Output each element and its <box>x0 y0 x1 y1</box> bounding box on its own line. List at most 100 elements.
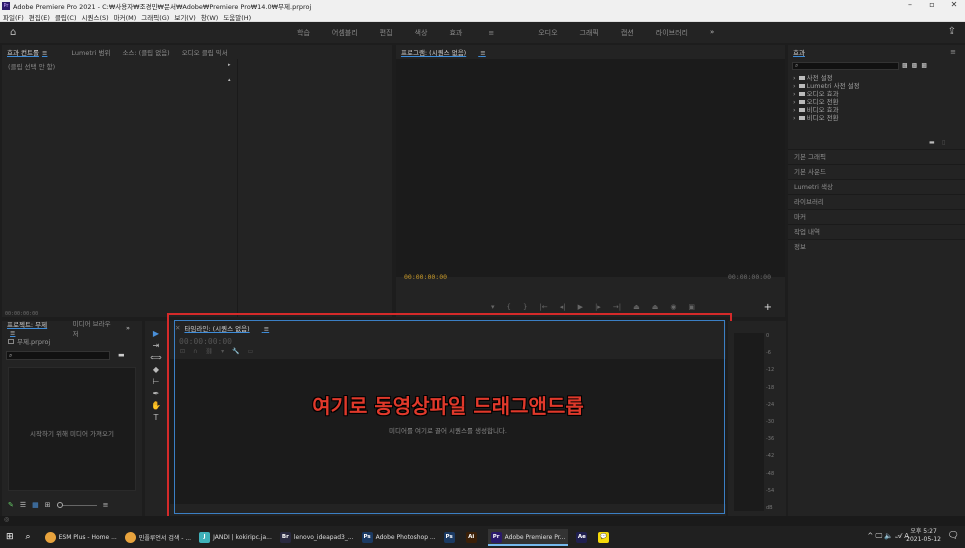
share-icon[interactable]: ⇪ <box>948 26 956 37</box>
notification-icon[interactable]: 🗨 <box>948 531 959 541</box>
add-button-icon[interactable]: + <box>764 302 772 313</box>
chevron-right-icon[interactable]: › <box>793 74 796 82</box>
close-tab-icon[interactable]: ✕ <box>175 324 180 332</box>
effects-tree-item[interactable]: › 비디오 효과 <box>788 106 965 114</box>
search-icon[interactable]: ⌕ <box>26 532 31 542</box>
panel-section-6[interactable]: 정보 <box>788 239 965 254</box>
menu-item-6[interactable]: 보기(V) <box>174 12 195 22</box>
workspace-tab-3[interactable]: 색상 <box>415 28 428 38</box>
taskbar-item-4[interactable]: Ps Adobe Photoshop ... <box>361 531 436 543</box>
panel-menu-icon[interactable]: ≡ <box>42 49 47 57</box>
camera-icon[interactable]: ◉ <box>670 303 676 311</box>
nest-icon[interactable]: ⊡ <box>180 348 185 355</box>
effect-controls-tab-2[interactable]: 소스: (클립 없음) <box>122 47 169 57</box>
step-forward-icon[interactable]: |▸ <box>595 303 601 311</box>
wrench-icon[interactable]: 🔧 <box>232 348 239 355</box>
sort-icon[interactable]: ≡ <box>103 501 109 509</box>
panel-section-3[interactable]: 라이브러리 <box>788 194 965 209</box>
caret-right-icon[interactable]: ▸ <box>228 62 231 68</box>
clock[interactable]: 오후 5:27 2021-05-12 <box>906 528 941 544</box>
workspace-tab-2[interactable]: 편집 <box>380 28 393 38</box>
taskbar-item-7[interactable]: Pr Adobe Premiere Pr... <box>487 528 569 546</box>
panel-menu-icon[interactable]: ≡ <box>10 329 15 337</box>
effects-search-input[interactable]: ⌕ <box>792 62 899 70</box>
more-workspaces-icon[interactable]: » <box>710 28 714 38</box>
taskbar-item-3[interactable]: Br lenovo_ideapad3_... <box>279 531 354 543</box>
effects-tree-item[interactable]: › 비디오 전환 <box>788 114 965 122</box>
slip-tool-icon[interactable]: ⊢ <box>153 377 160 386</box>
selection-tool-icon[interactable]: ▶ <box>153 329 159 338</box>
taskbar-item-0[interactable]: ESM Plus - Home ... <box>44 531 117 543</box>
effects-tree-item[interactable]: › Lumetri 사전 설정 <box>788 82 965 90</box>
workspace-tab-5[interactable]: 오디오 <box>538 28 557 38</box>
panel-section-4[interactable]: 마커 <box>788 209 965 224</box>
comparison-icon[interactable]: ▣ <box>688 303 695 311</box>
workspace-menu-icon[interactable]: ≡ <box>488 29 494 37</box>
new-bin-icon[interactable]: ▬ <box>929 139 935 146</box>
menu-item-1[interactable]: 편집(E) <box>29 12 50 22</box>
hand-tool-icon[interactable]: ✋ <box>151 401 161 410</box>
minimize-button[interactable]: – <box>899 0 921 9</box>
panel-section-1[interactable]: 기본 사운드 <box>788 164 965 179</box>
effect-controls-tab-1[interactable]: Lumetri 범위 <box>71 47 110 57</box>
chevron-right-icon[interactable]: › <box>793 90 796 98</box>
go-to-in-icon[interactable]: |← <box>539 303 547 311</box>
pencil-icon[interactable]: ✎ <box>8 501 14 509</box>
menu-item-8[interactable]: 도움말(H) <box>223 12 251 22</box>
project-search-input[interactable]: ⌕ <box>6 351 110 360</box>
effects-tree-item[interactable]: › 오디오 전환 <box>788 98 965 106</box>
panel-section-5[interactable]: 작업 내역 <box>788 224 965 239</box>
taskbar-item-5[interactable]: Ps <box>443 531 458 543</box>
ripple-edit-tool-icon[interactable]: ⟺ <box>150 353 161 362</box>
chevron-right-icon[interactable]: › <box>793 82 796 90</box>
go-to-out-icon[interactable]: →| <box>613 303 621 311</box>
chevron-right-icon[interactable]: › <box>793 106 796 114</box>
lift-icon[interactable]: ⏏ <box>633 303 640 311</box>
menu-item-7[interactable]: 창(W) <box>201 12 218 22</box>
workspace-tab-4[interactable]: 효과 <box>449 29 462 37</box>
track-select-tool-icon[interactable]: ⇥ <box>153 341 160 350</box>
freeform-view-icon[interactable]: ⊞ <box>45 501 51 509</box>
taskbar-item-2[interactable]: J JANDI | kokiripc.ja... <box>199 531 272 543</box>
effect-controls-tab-3[interactable]: 오디오 클립 믹서 <box>182 47 228 57</box>
caret-up-icon[interactable]: ▴ <box>228 77 231 83</box>
workspace-tab-7[interactable]: 캡션 <box>621 28 634 38</box>
workspace-tab-1[interactable]: 어셈블리 <box>332 28 358 38</box>
effect-controls-tab-0[interactable]: 효과 컨트롤 ≡ <box>7 47 59 57</box>
menu-item-2[interactable]: 클립(C) <box>55 12 77 22</box>
close-button[interactable]: ✕ <box>943 0 965 9</box>
panel-section-0[interactable]: 기본 그래픽 <box>788 149 965 164</box>
taskbar-item-1[interactable]: 민플루언서 검색 - ... <box>124 531 191 543</box>
accelerated-effects-icon[interactable]: ▩ <box>902 62 908 69</box>
menu-item-5[interactable]: 그래픽(G) <box>141 12 169 22</box>
maximize-button[interactable]: ▫ <box>921 0 943 9</box>
icon-view-icon[interactable]: ▦ <box>32 501 39 509</box>
pen-tool-icon[interactable]: ✒ <box>153 389 160 398</box>
extract-icon[interactable]: ⏏ <box>652 303 659 311</box>
menu-item-3[interactable]: 시퀀스(S) <box>82 12 109 22</box>
menu-item-4[interactable]: 마커(M) <box>114 12 137 22</box>
panel-menu-icon[interactable]: ≡ <box>950 48 956 56</box>
effects-tree-item[interactable]: › 사전 설정 <box>788 74 965 82</box>
workspace-tab-8[interactable]: 라이브러리 <box>656 28 688 38</box>
play-icon[interactable]: ▶ <box>578 303 583 311</box>
windows-start-icon[interactable]: ⊞ <box>6 532 14 542</box>
32bit-effects-icon[interactable]: ▩ <box>912 62 918 69</box>
effects-tree-item[interactable]: › 오디오 효과 <box>788 90 965 98</box>
in-point-icon[interactable]: { <box>507 303 511 311</box>
workspace-tab-6[interactable]: 그래픽 <box>580 28 599 38</box>
workspace-tab-active[interactable]: 효과 ≡ <box>449 28 516 38</box>
more-panels-icon[interactable]: » <box>126 324 130 332</box>
project-tab-1[interactable]: 미디어 브라우저 <box>73 318 114 338</box>
chevron-right-icon[interactable]: › <box>793 98 796 106</box>
new-bin-icon[interactable]: ▬ <box>118 351 125 359</box>
taskbar-item-9[interactable]: 💬 <box>598 531 612 543</box>
menu-item-0[interactable]: 파일(F) <box>3 12 24 22</box>
panel-section-2[interactable]: Lumetri 색상 <box>788 179 965 194</box>
snap-icon[interactable]: ∩ <box>193 348 197 355</box>
workspace-tab-0[interactable]: 학습 <box>297 28 310 38</box>
type-tool-icon[interactable]: T <box>154 413 159 422</box>
chevron-right-icon[interactable]: › <box>793 114 796 122</box>
yuv-effects-icon[interactable]: ▩ <box>921 62 927 69</box>
list-view-icon[interactable]: ☰ <box>20 501 26 509</box>
